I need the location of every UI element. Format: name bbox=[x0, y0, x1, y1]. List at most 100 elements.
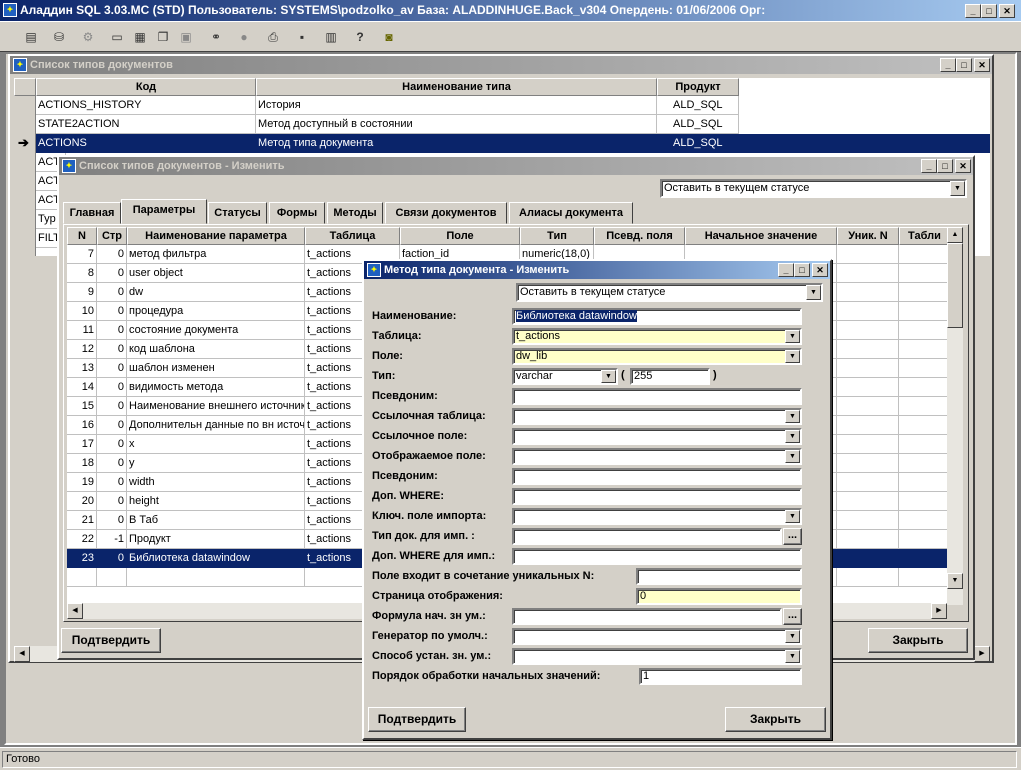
dlg-minimize-button[interactable]: _ bbox=[778, 263, 794, 277]
table-row[interactable] bbox=[837, 568, 899, 587]
table-row[interactable] bbox=[837, 530, 899, 549]
tab-forms[interactable]: Формы bbox=[269, 202, 325, 224]
table-row[interactable] bbox=[837, 454, 899, 473]
scroll-right-icon[interactable]: ▶ bbox=[931, 603, 947, 619]
table-row[interactable]: Метод доступный в состоянии bbox=[256, 115, 657, 134]
tab-parameters[interactable]: Параметры bbox=[121, 199, 207, 224]
table-row[interactable]: Дополнительн данные по вн источ bbox=[127, 416, 305, 435]
alias-input[interactable] bbox=[512, 388, 802, 405]
table-row[interactable]: 7 bbox=[67, 245, 97, 264]
unique-input[interactable] bbox=[636, 568, 802, 585]
table-row[interactable]: 0 bbox=[97, 264, 127, 283]
table-row[interactable]: user object bbox=[127, 264, 305, 283]
tools-icon[interactable]: ⚙ bbox=[77, 26, 99, 48]
table-row[interactable]: 10 bbox=[67, 302, 97, 321]
table-row[interactable] bbox=[899, 378, 949, 397]
table-row[interactable] bbox=[899, 397, 949, 416]
edit-minimize-button[interactable]: _ bbox=[921, 159, 937, 173]
table-row[interactable]: ALD_SQL bbox=[657, 115, 739, 134]
table-row[interactable]: 21 bbox=[67, 511, 97, 530]
app-close-button[interactable]: ✕ bbox=[999, 4, 1015, 18]
col-header-table2[interactable]: Табли bbox=[899, 227, 949, 245]
edit-maximize-button[interactable]: □ bbox=[937, 159, 953, 173]
table-row[interactable] bbox=[837, 359, 899, 378]
table-row[interactable]: 15 bbox=[67, 397, 97, 416]
table-row[interactable]: 17 bbox=[67, 435, 97, 454]
table-select[interactable]: t_actions ▼ bbox=[512, 328, 802, 345]
table-row[interactable] bbox=[837, 245, 899, 264]
app-maximize-button[interactable]: □ bbox=[981, 4, 997, 18]
edit-close-button[interactable]: Закрыть bbox=[868, 628, 968, 653]
table-row[interactable] bbox=[837, 283, 899, 302]
table-row[interactable]: 0 bbox=[97, 340, 127, 359]
formula-browse-button[interactable]: ... bbox=[783, 608, 802, 625]
import-key-select[interactable]: ▼ bbox=[512, 508, 802, 525]
dlg-close-button[interactable]: ✕ bbox=[812, 263, 828, 277]
chevron-down-icon[interactable]: ▼ bbox=[785, 410, 800, 423]
table-row[interactable] bbox=[837, 549, 899, 568]
table-row[interactable]: Библиотека datawindow bbox=[127, 549, 305, 568]
help-icon[interactable]: ? bbox=[349, 26, 371, 48]
col-header-product[interactable]: Продукт bbox=[657, 78, 739, 96]
tab-doc-aliases[interactable]: Алиасы документа bbox=[509, 202, 633, 224]
table-row[interactable]: 16 bbox=[67, 416, 97, 435]
table-row[interactable] bbox=[899, 492, 949, 511]
table-row[interactable]: 0 bbox=[97, 397, 127, 416]
name-input[interactable]: Библиотека datawindow bbox=[512, 308, 802, 325]
field-select[interactable]: dw_lib ▼ bbox=[512, 348, 802, 365]
alias2-input[interactable] bbox=[512, 468, 802, 485]
table-row[interactable]: 0 bbox=[97, 245, 127, 264]
exit-icon[interactable]: ◙ bbox=[378, 26, 400, 48]
doc-types-close-button[interactable]: ✕ bbox=[974, 58, 990, 72]
table-row[interactable]: 20 bbox=[67, 492, 97, 511]
scroll-left-icon[interactable]: ◀ bbox=[67, 603, 83, 619]
tab-main[interactable]: Главная bbox=[63, 202, 121, 224]
col-header-alias[interactable]: Псевд. поля bbox=[594, 227, 685, 245]
table-row[interactable] bbox=[837, 511, 899, 530]
table-row[interactable] bbox=[899, 283, 949, 302]
table-row[interactable]: 0 bbox=[97, 492, 127, 511]
table-row[interactable]: 0 bbox=[97, 549, 127, 568]
table-row[interactable]: y bbox=[127, 454, 305, 473]
table-row[interactable]: 0 bbox=[97, 416, 127, 435]
col-header-table[interactable]: Таблица bbox=[305, 227, 400, 245]
table-row[interactable] bbox=[899, 511, 949, 530]
table-row[interactable] bbox=[837, 492, 899, 511]
table-row[interactable]: STATE2ACTION bbox=[36, 115, 256, 134]
chevron-down-icon[interactable]: ▼ bbox=[785, 450, 800, 463]
dlg-close-button[interactable]: Закрыть bbox=[725, 707, 826, 732]
table-row[interactable] bbox=[899, 359, 949, 378]
table-row[interactable]: процедура bbox=[127, 302, 305, 321]
arrange-icon[interactable]: ▣ bbox=[175, 26, 197, 48]
table-row[interactable]: 0 bbox=[97, 435, 127, 454]
col-header-init-value[interactable]: Начальное значение bbox=[685, 227, 837, 245]
import-where-input[interactable] bbox=[512, 548, 802, 565]
formula-input[interactable] bbox=[512, 608, 782, 625]
ref-field-select[interactable]: ▼ bbox=[512, 428, 802, 445]
col-header-n[interactable]: N bbox=[67, 227, 97, 245]
table-row[interactable]: 0 bbox=[97, 321, 127, 340]
table-row[interactable] bbox=[97, 568, 127, 587]
table-row[interactable]: 13 bbox=[67, 359, 97, 378]
table-row[interactable]: 0 bbox=[97, 378, 127, 397]
calendar-icon[interactable]: ▥ bbox=[320, 26, 342, 48]
edit-close-button[interactable]: ✕ bbox=[955, 159, 971, 173]
table-row[interactable] bbox=[837, 302, 899, 321]
table-row[interactable]: метод фильтра bbox=[127, 245, 305, 264]
table-row[interactable]: Наименование внешнего источника bbox=[127, 397, 305, 416]
tab-doc-links[interactable]: Связи документов bbox=[385, 202, 507, 224]
table-row[interactable]: 0 bbox=[97, 511, 127, 530]
table-row[interactable]: 14 bbox=[67, 378, 97, 397]
import-doc-input[interactable] bbox=[512, 528, 782, 545]
table-row[interactable]: 0 bbox=[97, 454, 127, 473]
table-row[interactable] bbox=[899, 568, 949, 587]
col-header-name[interactable]: Наименование типа bbox=[256, 78, 657, 96]
col-header-unique[interactable]: Уник. N bbox=[837, 227, 899, 245]
col-header-param-name[interactable]: Наименование параметра bbox=[127, 227, 305, 245]
table-row[interactable]: видимость метода bbox=[127, 378, 305, 397]
col-header-code[interactable]: Код bbox=[36, 78, 256, 96]
table-row[interactable] bbox=[899, 454, 949, 473]
binoculars-icon[interactable]: ⚭ bbox=[205, 26, 227, 48]
table-row[interactable]: Метод типа документа bbox=[256, 134, 657, 153]
where-input[interactable] bbox=[512, 488, 802, 505]
